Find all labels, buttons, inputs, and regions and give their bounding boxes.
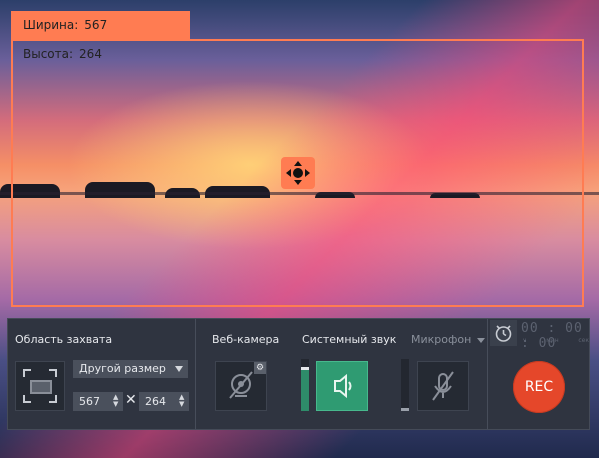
capture-area-title: Область захвата (15, 333, 113, 346)
chevron-down-icon (175, 366, 183, 372)
divider (195, 319, 196, 429)
system-sound-volume-knob[interactable] (301, 367, 309, 370)
microphone-volume-slider[interactable] (401, 359, 409, 411)
speaker-icon (334, 373, 352, 399)
times-icon: ✕ (125, 392, 137, 408)
timer-units: ч мин сек (523, 337, 589, 344)
record-button[interactable]: REC (513, 361, 565, 413)
microphone-button[interactable] (417, 361, 469, 411)
timer-display: 00 : 00 : 00 (521, 321, 583, 351)
microphone-title[interactable]: Микрофон (411, 333, 486, 346)
capture-area-icon (30, 380, 52, 394)
gear-icon[interactable]: ⚙ (254, 362, 266, 374)
capture-area-button[interactable] (15, 361, 65, 411)
height-spinner-icon[interactable]: ▲ ▼ (179, 394, 185, 408)
move-arrows-icon[interactable] (281, 157, 315, 189)
system-sound-volume-slider[interactable] (301, 359, 309, 411)
webcam-button[interactable]: ⚙ (215, 361, 267, 411)
size-preset-value: Другой размер (79, 362, 166, 375)
chevron-down-icon (477, 337, 486, 343)
system-sound-volume-level (301, 367, 309, 411)
divider (487, 319, 488, 429)
width-value: 567 (84, 18, 108, 32)
width-input-value: 567 (79, 395, 100, 408)
timer-button[interactable] (490, 320, 517, 346)
alarm-clock-icon (495, 325, 512, 342)
control-panel: Область захвата Другой размер 567 ▲ ▼ ✕ 2… (7, 318, 590, 430)
width-label: Ширина: (23, 18, 79, 32)
microphone-volume-knob[interactable] (401, 408, 409, 411)
timer-unit-minutes: мин (546, 337, 559, 344)
timer-unit-seconds: сек (578, 337, 589, 344)
system-sound-title: Системный звук (302, 333, 397, 346)
width-input[interactable]: 567 ▲ ▼ (73, 392, 123, 411)
height-input-value: 264 (145, 395, 166, 408)
timer-unit-hours: ч (523, 337, 527, 344)
height-input[interactable]: 264 ▲ ▼ (139, 392, 189, 411)
dimensions-label: Ширина: 567 Высота: 264 (11, 11, 190, 61)
width-spinner-icon[interactable]: ▲ ▼ (113, 394, 119, 408)
system-sound-button[interactable] (316, 361, 368, 411)
microphone-off-icon (432, 371, 454, 401)
webcam-title: Веб-камера (212, 333, 280, 346)
size-preset-select[interactable]: Другой размер (73, 360, 188, 378)
microphone-title-label: Микрофон (411, 333, 472, 346)
